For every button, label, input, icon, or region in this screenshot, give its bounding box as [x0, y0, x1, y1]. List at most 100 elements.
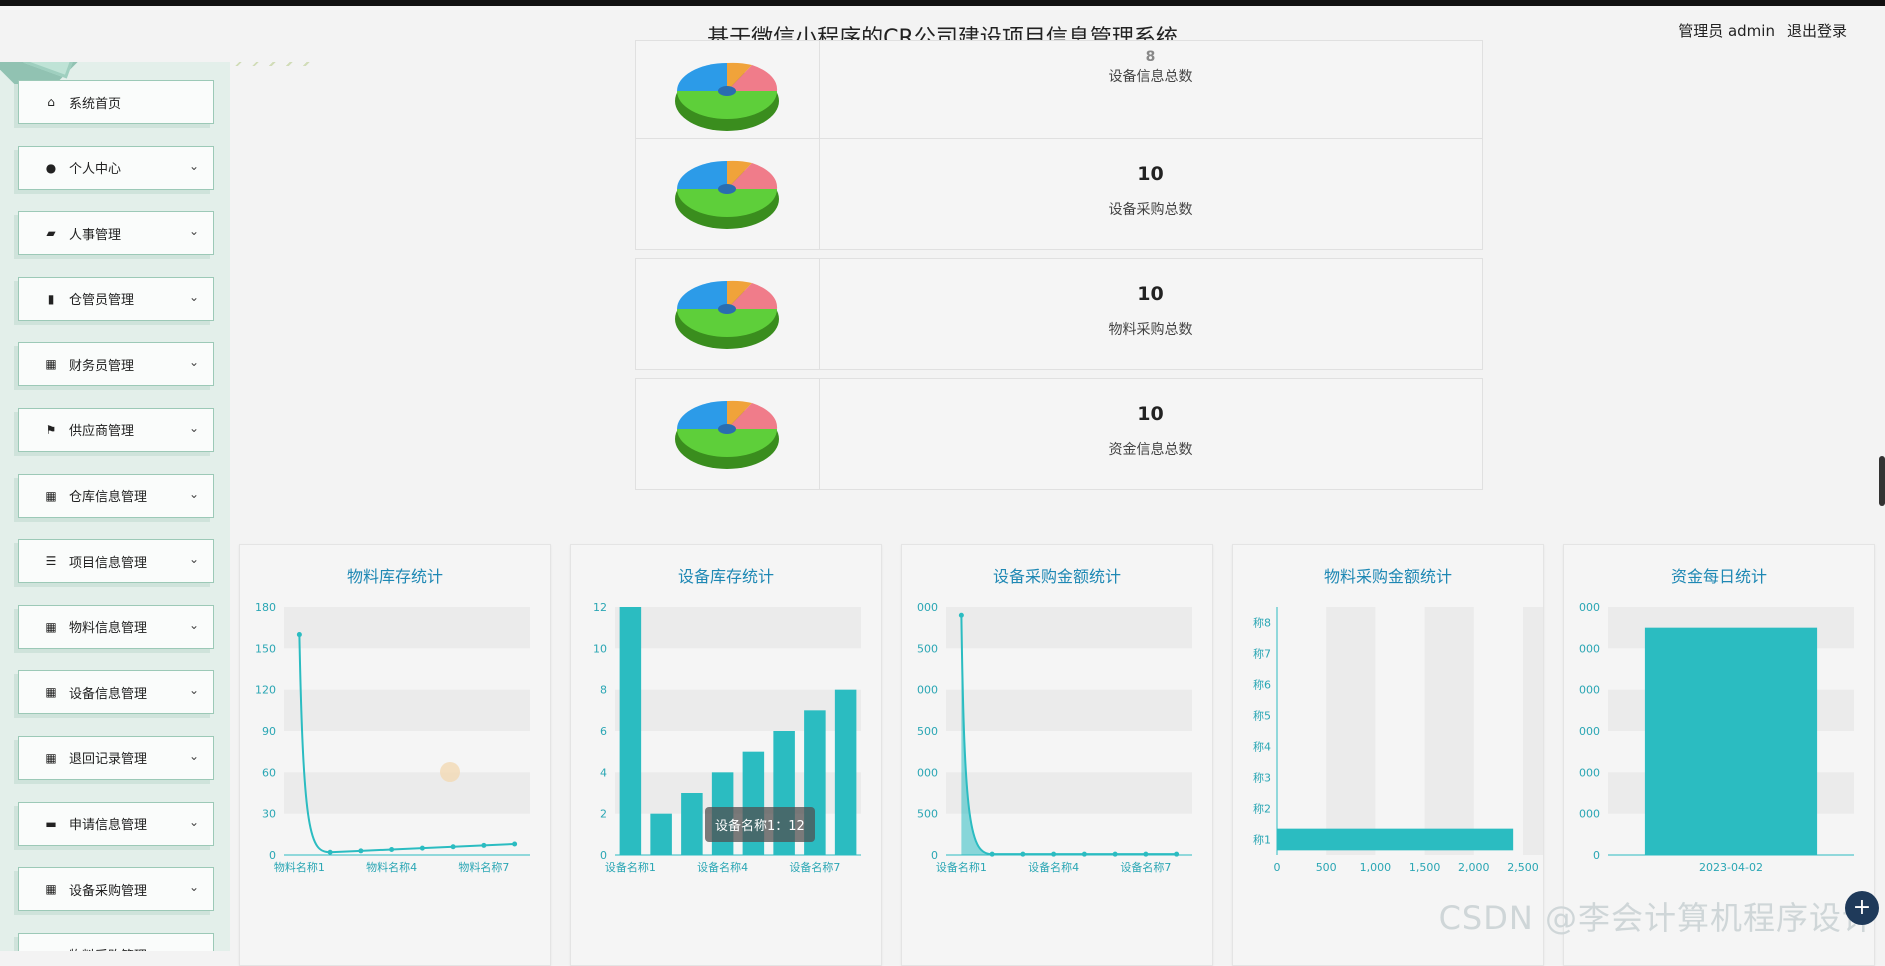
chart-svg: 0500000500000500000设备名称1 设备名称4 设备名称7 [917, 601, 1192, 874]
sidebar-item[interactable]: ⌂ 系统首页 [18, 80, 214, 124]
grid-band [1424, 607, 1474, 855]
data-point [1020, 851, 1026, 857]
y-tick-label: 称3 [1253, 771, 1271, 785]
stat-label: 设备采购总数 [1108, 202, 1193, 218]
sidebar-item[interactable]: ▦ 仓库信息管理 ⌄ [18, 473, 214, 518]
sidebar-item-label: 物料采购管理 [69, 945, 147, 951]
chart-svg: 0306090120150180物料名称1 物料名称4 物料名称7 [255, 601, 530, 874]
floating-add-button[interactable]: + [1845, 891, 1879, 925]
y-tick-label: 称2 [1253, 802, 1271, 816]
y-tick-label: 000 [1579, 601, 1600, 614]
stat-card: 10 物料采购总数 [635, 258, 1483, 370]
series-area [961, 615, 1177, 855]
data-point [958, 612, 964, 618]
series-line [960, 615, 1177, 856]
sidebar-item-label: 项目信息管理 [69, 555, 148, 571]
sidebar-item[interactable]: ▦ 财务员管理 ⌄ [18, 342, 214, 387]
chevron-down-icon: ⌄ [188, 420, 199, 435]
logout-link[interactable]: 退出登录 [1787, 20, 1847, 41]
y-tick-label: 500 [917, 642, 938, 655]
chart-title: 物料采购金额统计 [1323, 567, 1452, 586]
sidebar-item[interactable]: ▰ 人事管理 ⌄ [18, 211, 214, 256]
y-tick-label: 6 [600, 725, 607, 738]
x-tick-label: 物料名称1 [274, 860, 325, 874]
chart-panel: 物料库存统计 0 30 60 90 120 150 180 物料名称1 物料名称4 物料名称7 [239, 544, 551, 966]
x-tick-label: 500 [1316, 861, 1337, 874]
data-point [419, 845, 425, 851]
stat-label: 资金信息总数 [1108, 442, 1193, 458]
chevron-down-icon: ⌄ [188, 158, 199, 173]
chart-tooltip: 设备名称1：12 [705, 807, 815, 842]
pie-3d-icon [675, 62, 779, 131]
stat-card: 10 设备采购总数 [635, 138, 1483, 250]
sidebar-item[interactable]: ⚑ 供应商管理 ⌄ [18, 407, 214, 452]
y-tick-label: 000 [1579, 684, 1600, 697]
sidebar-item[interactable]: ● 个人中心 ⌄ [18, 145, 214, 190]
chevron-down-icon: ⌄ [188, 355, 199, 370]
sidebar-item[interactable]: ▮ 仓管员管理 ⌄ [18, 276, 214, 321]
y-tick-label: 000 [1579, 808, 1600, 821]
chevron-down-icon: ⌄ [188, 552, 199, 567]
x-tick-label: 物料名称7 [458, 860, 509, 874]
sidebar-item[interactable]: ▦ 设备采购管理 ⌄ [18, 867, 214, 912]
sidebar-item[interactable]: ▦物料采购管理⌄ [18, 932, 214, 951]
x-tick-label: 2,000 [1458, 861, 1490, 874]
y-tick-label: 称4 [1253, 740, 1271, 754]
sidebar-item[interactable]: ▦ 退回记录管理 ⌄ [18, 735, 214, 780]
grid-band [284, 607, 530, 649]
stat-value: 10 [1137, 403, 1164, 425]
grid-band [946, 689, 1192, 731]
watermark: CSDN @李会计算机程序设计 [1438, 899, 1875, 937]
y-tick-label: 30 [262, 808, 276, 821]
x-tick-label: 设备名称4 [697, 860, 748, 874]
user-area: 管理员 admin 退出登录 [1678, 20, 1847, 41]
sidebar-item[interactable]: ▬ 申请信息管理 ⌄ [18, 801, 214, 846]
grid-icon: ▦ [45, 685, 57, 700]
y-tick-label: 称8 [1253, 616, 1271, 630]
grid-band [946, 772, 1192, 814]
chevron-down-icon: ⌄ [188, 880, 199, 895]
y-tick-label: 000 [917, 684, 938, 697]
series-line [298, 634, 515, 854]
x-tick-label: 设备名称7 [1120, 860, 1171, 874]
bar [650, 813, 672, 855]
sidebar-item[interactable]: ▦ 物料信息管理 ⌄ [18, 604, 214, 649]
chart-svg: 00000000000000000002023-04-02 [1579, 601, 1854, 874]
y-tick-label: 180 [255, 601, 276, 614]
bar [619, 607, 642, 855]
data-point [389, 846, 395, 852]
grid-icon: ▦ [45, 750, 57, 765]
pie-3d-icon [675, 160, 779, 229]
home-icon: ⌂ [47, 95, 55, 109]
y-tick-label: 称6 [1253, 678, 1271, 692]
chart-panel: 设备库存统计 0 2 4 6 8 10 12 设备名称1 设备名称4 设备名称7 [570, 544, 882, 966]
stat-label: 物料采购总数 [1108, 322, 1193, 338]
y-tick-label: 500 [917, 808, 938, 821]
pie-3d-image [636, 379, 820, 489]
sidebar-item-label: 设备信息管理 [69, 686, 148, 702]
bar [1277, 828, 1514, 851]
sidebar-item[interactable]: ☰ 项目信息管理 ⌄ [18, 539, 214, 584]
chevron-down-icon: ⌄ [188, 683, 199, 698]
stat-card: 8 设备信息总数 [635, 40, 1483, 152]
grid-band [946, 607, 1192, 649]
data-point [1112, 851, 1118, 857]
x-tick-label: 2023-04-02 [1699, 861, 1763, 874]
chevron-down-icon: ⌄ [188, 224, 199, 239]
x-tick-label: 物料名称4 [366, 860, 417, 874]
y-tick-label: 称7 [1253, 647, 1271, 661]
sidebar-menu: ⌂ 系统首页 ● 个人中心 ⌄ ▰ 人事管理 ⌄ ▮ 仓管员管理 ⌄ ▦ 财务员管理 ⌄ ⚑ 供应商管理 ⌄ ▦ 仓… [18, 80, 214, 951]
grid-icon: ▦ [45, 882, 57, 897]
chevron-down-icon: ⌄ [189, 946, 199, 951]
x-tick-label: 设备名称7 [789, 860, 840, 874]
chart-title: 物料库存统计 [346, 567, 443, 586]
sidebar-item-label: 系统首页 [69, 96, 122, 112]
chevron-down-icon: ⌄ [188, 289, 199, 304]
sidebar-item[interactable]: ▦ 设备信息管理 ⌄ [18, 670, 214, 715]
sidebar: ⌂ 系统首页 ● 个人中心 ⌄ ▰ 人事管理 ⌄ ▮ 仓管员管理 ⌄ ▦ 财务员管理 ⌄ ⚑ 供应商管理 ⌄ ▦ 仓… [0, 6, 230, 951]
chart-title: 设备采购金额统计 [992, 567, 1121, 586]
chart-panel: 设备采购金额统计 0 500 000 500 000 500 000 设备名称1 设备名称4 设备… [901, 544, 1213, 966]
scrollbar[interactable] [1879, 456, 1885, 506]
grid-band [284, 772, 530, 814]
y-tick-label: 称5 [1253, 709, 1271, 723]
